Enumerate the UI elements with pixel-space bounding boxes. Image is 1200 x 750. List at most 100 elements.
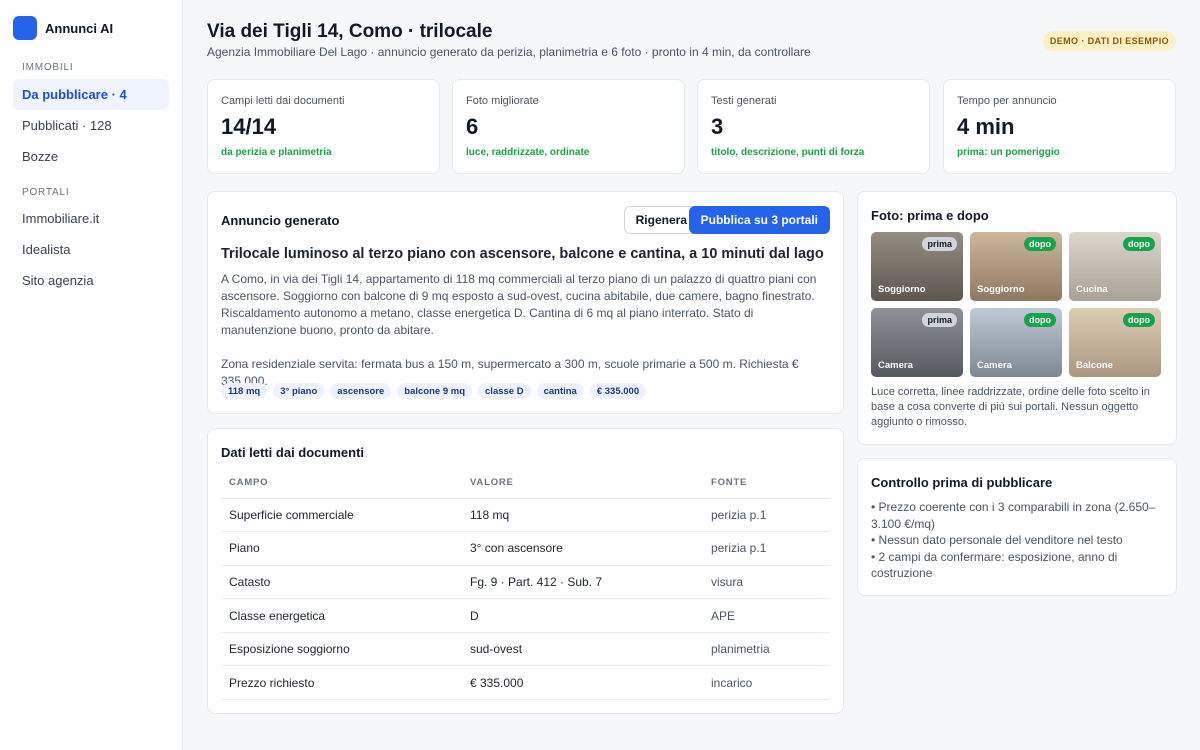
- stat-label: Campi letti dai documenti: [221, 95, 345, 107]
- cell-source: perizia p.1: [703, 531, 830, 566]
- nav-item-sito-agenzia[interactable]: Sito agenzia: [13, 265, 169, 296]
- listing-description: A Como, in via dei Tigli 14, appartament…: [221, 271, 826, 390]
- cell-source: planimetria: [703, 632, 830, 667]
- photo-grid: prima Soggiorno dopo Soggiorno dopo Cuci…: [871, 232, 1161, 377]
- cell-field: Catasto: [221, 565, 462, 600]
- listing-card-title: Annuncio generato: [221, 213, 340, 228]
- page-title: Via dei Tigli 14, Como · trilocale: [207, 21, 493, 42]
- photo-status-badge: dopo: [1123, 313, 1155, 327]
- listing-card: Annuncio generato Rigenera Pubblica su 3…: [207, 191, 844, 414]
- cell-field: Esposizione soggiorno: [221, 632, 462, 667]
- listing-paragraph: A Como, in via dei Tigli 14, appartament…: [221, 272, 817, 337]
- nav-item-bozze[interactable]: Bozze: [13, 141, 169, 172]
- stat-value: 6: [466, 114, 479, 139]
- table-row[interactable]: Catasto Fg. 9 · Part. 412 · Sub. 7 visur…: [221, 565, 830, 600]
- app-logo-icon: [13, 16, 37, 40]
- cell-field: Prezzo richiesto: [221, 665, 462, 701]
- cell-value: D: [462, 598, 703, 633]
- cell-value: sud-ovest: [462, 632, 703, 667]
- tag: balcone 9 mq: [397, 383, 473, 399]
- photos-card-title: Foto: prima e dopo: [871, 208, 989, 223]
- cell-value: 118 mq: [462, 498, 703, 533]
- tag: 3° piano: [273, 383, 325, 399]
- cell-value: 3° con ascensore: [462, 531, 703, 566]
- cell-field: Classe energetica: [221, 598, 462, 633]
- regenerate-button[interactable]: Rigenera: [623, 206, 699, 234]
- stat-label: Testi generati: [711, 95, 777, 107]
- stat-note: luce, raddrizzate, ordinate: [466, 147, 590, 158]
- page-subtitle: Agenzia Immobiliare Del Lago · annuncio …: [207, 45, 811, 59]
- tag: cantina: [536, 383, 584, 399]
- stat-label: Foto migliorate: [466, 95, 539, 107]
- nav-item-idealista[interactable]: Idealista: [13, 234, 169, 265]
- listing-headline: Trilocale luminoso al terzo piano con as…: [221, 246, 824, 262]
- stat-card-campi: Campi letti dai documenti 14/14 da periz…: [207, 79, 440, 174]
- column-header-value: VALORE: [462, 467, 703, 499]
- cell-source: visura: [703, 565, 830, 600]
- photo-label: Balcone: [1076, 360, 1113, 371]
- stat-note: prima: un pomeriggio: [957, 147, 1060, 158]
- table-row[interactable]: Piano 3° con ascensore perizia p.1: [221, 531, 830, 566]
- stat-card-foto: Foto migliorate 6 luce, raddrizzate, ord…: [452, 79, 685, 174]
- photo-label: Camera: [878, 360, 913, 371]
- tag: classe D: [478, 383, 531, 399]
- publish-button[interactable]: Pubblica su 3 portali: [688, 206, 830, 234]
- cell-field: Piano: [221, 531, 462, 566]
- cell-source: perizia p.1: [703, 498, 830, 533]
- stat-value: 3: [711, 114, 724, 139]
- app-name: Annunci AI: [45, 20, 114, 36]
- photo-status-badge: dopo: [1024, 313, 1056, 327]
- photo-thumbnail[interactable]: prima Soggiorno: [871, 232, 963, 301]
- photo-label: Camera: [977, 360, 1012, 371]
- nav-section-portali: PORTALI: [22, 187, 70, 198]
- brand[interactable]: Annunci AI: [13, 16, 113, 40]
- photo-thumbnail[interactable]: dopo Balcone: [1069, 308, 1161, 377]
- cell-value: € 335.000: [462, 665, 703, 701]
- listing-tags: 118 mq 3° piano ascensore balcone 9 mq c…: [221, 383, 652, 399]
- table-row[interactable]: Classe energetica D APE: [221, 598, 830, 633]
- documents-card-title: Dati letti dai documenti: [221, 445, 365, 460]
- nav-item-da-pubblicare[interactable]: Da pubblicare · 4: [13, 79, 169, 110]
- stat-label: Tempo per annuncio: [957, 95, 1057, 107]
- documents-card: Dati letti dai documenti CAMPO VALORE FO…: [207, 428, 844, 714]
- column-header-field: CAMPO: [221, 467, 462, 499]
- check-item: • 2 campi da confermare: esposizione, an…: [871, 549, 1118, 581]
- photo-label: Cucina: [1076, 284, 1108, 295]
- check-list: • Prezzo coerente con i 3 comparabili in…: [871, 499, 1159, 582]
- stat-value: 14/14: [221, 114, 277, 139]
- cell-source: incarico: [703, 665, 830, 701]
- checks-card: Controllo prima di pubblicare • Prezzo c…: [857, 458, 1177, 596]
- sidebar: Annunci AI IMMOBILI Da pubblicare · 4 Pu…: [0, 0, 183, 750]
- check-item: • Prezzo coerente con i 3 comparabili in…: [871, 500, 1156, 531]
- tag: € 335.000: [589, 383, 647, 399]
- check-item: • Nessun dato personale del venditore ne…: [871, 533, 1123, 547]
- photo-note: Luce corretta, linee raddrizzate, ordine…: [871, 386, 1150, 428]
- stat-note: titolo, descrizione, punti di forza: [711, 147, 865, 158]
- table-row[interactable]: Superficie commerciale 118 mq perizia p.…: [221, 498, 830, 533]
- tag: 118 mq: [221, 383, 268, 399]
- table-header-row: CAMPO VALORE FONTE: [221, 467, 830, 499]
- photo-status-badge: prima: [922, 313, 957, 327]
- stat-value: 4 min: [957, 114, 1015, 139]
- photo-status-badge: prima: [922, 237, 957, 251]
- tag: ascensore: [330, 383, 392, 399]
- checks-card-title: Controllo prima di pubblicare: [871, 475, 1053, 490]
- nav-item-pubblicati[interactable]: Pubblicati · 128: [13, 110, 169, 141]
- photo-thumbnail[interactable]: prima Camera: [871, 308, 963, 377]
- table-row[interactable]: Esposizione soggiorno sud-ovest planimet…: [221, 632, 830, 667]
- nav-item-immobiliare-it[interactable]: Immobiliare.it: [13, 203, 169, 234]
- column-header-source: FONTE: [703, 467, 830, 499]
- stat-card-tempo: Tempo per annuncio 4 min prima: un pomer…: [943, 79, 1176, 174]
- photo-status-badge: dopo: [1024, 237, 1056, 251]
- nav-section-immobili: IMMOBILI: [22, 62, 74, 73]
- photo-thumbnail[interactable]: dopo Soggiorno: [970, 232, 1062, 301]
- photo-label: Soggiorno: [977, 284, 1025, 295]
- photo-status-badge: dopo: [1123, 237, 1155, 251]
- documents-table: CAMPO VALORE FONTE Superficie commercial…: [221, 467, 830, 701]
- cell-source: APE: [703, 598, 830, 633]
- table-row[interactable]: Prezzo richiesto € 335.000 incarico: [221, 665, 830, 701]
- photo-thumbnail[interactable]: dopo Camera: [970, 308, 1062, 377]
- photo-thumbnail[interactable]: dopo Cucina: [1069, 232, 1161, 301]
- demo-badge: DEMO · DATI DI ESEMPIO: [1042, 31, 1176, 51]
- photo-label: Soggiorno: [878, 284, 926, 295]
